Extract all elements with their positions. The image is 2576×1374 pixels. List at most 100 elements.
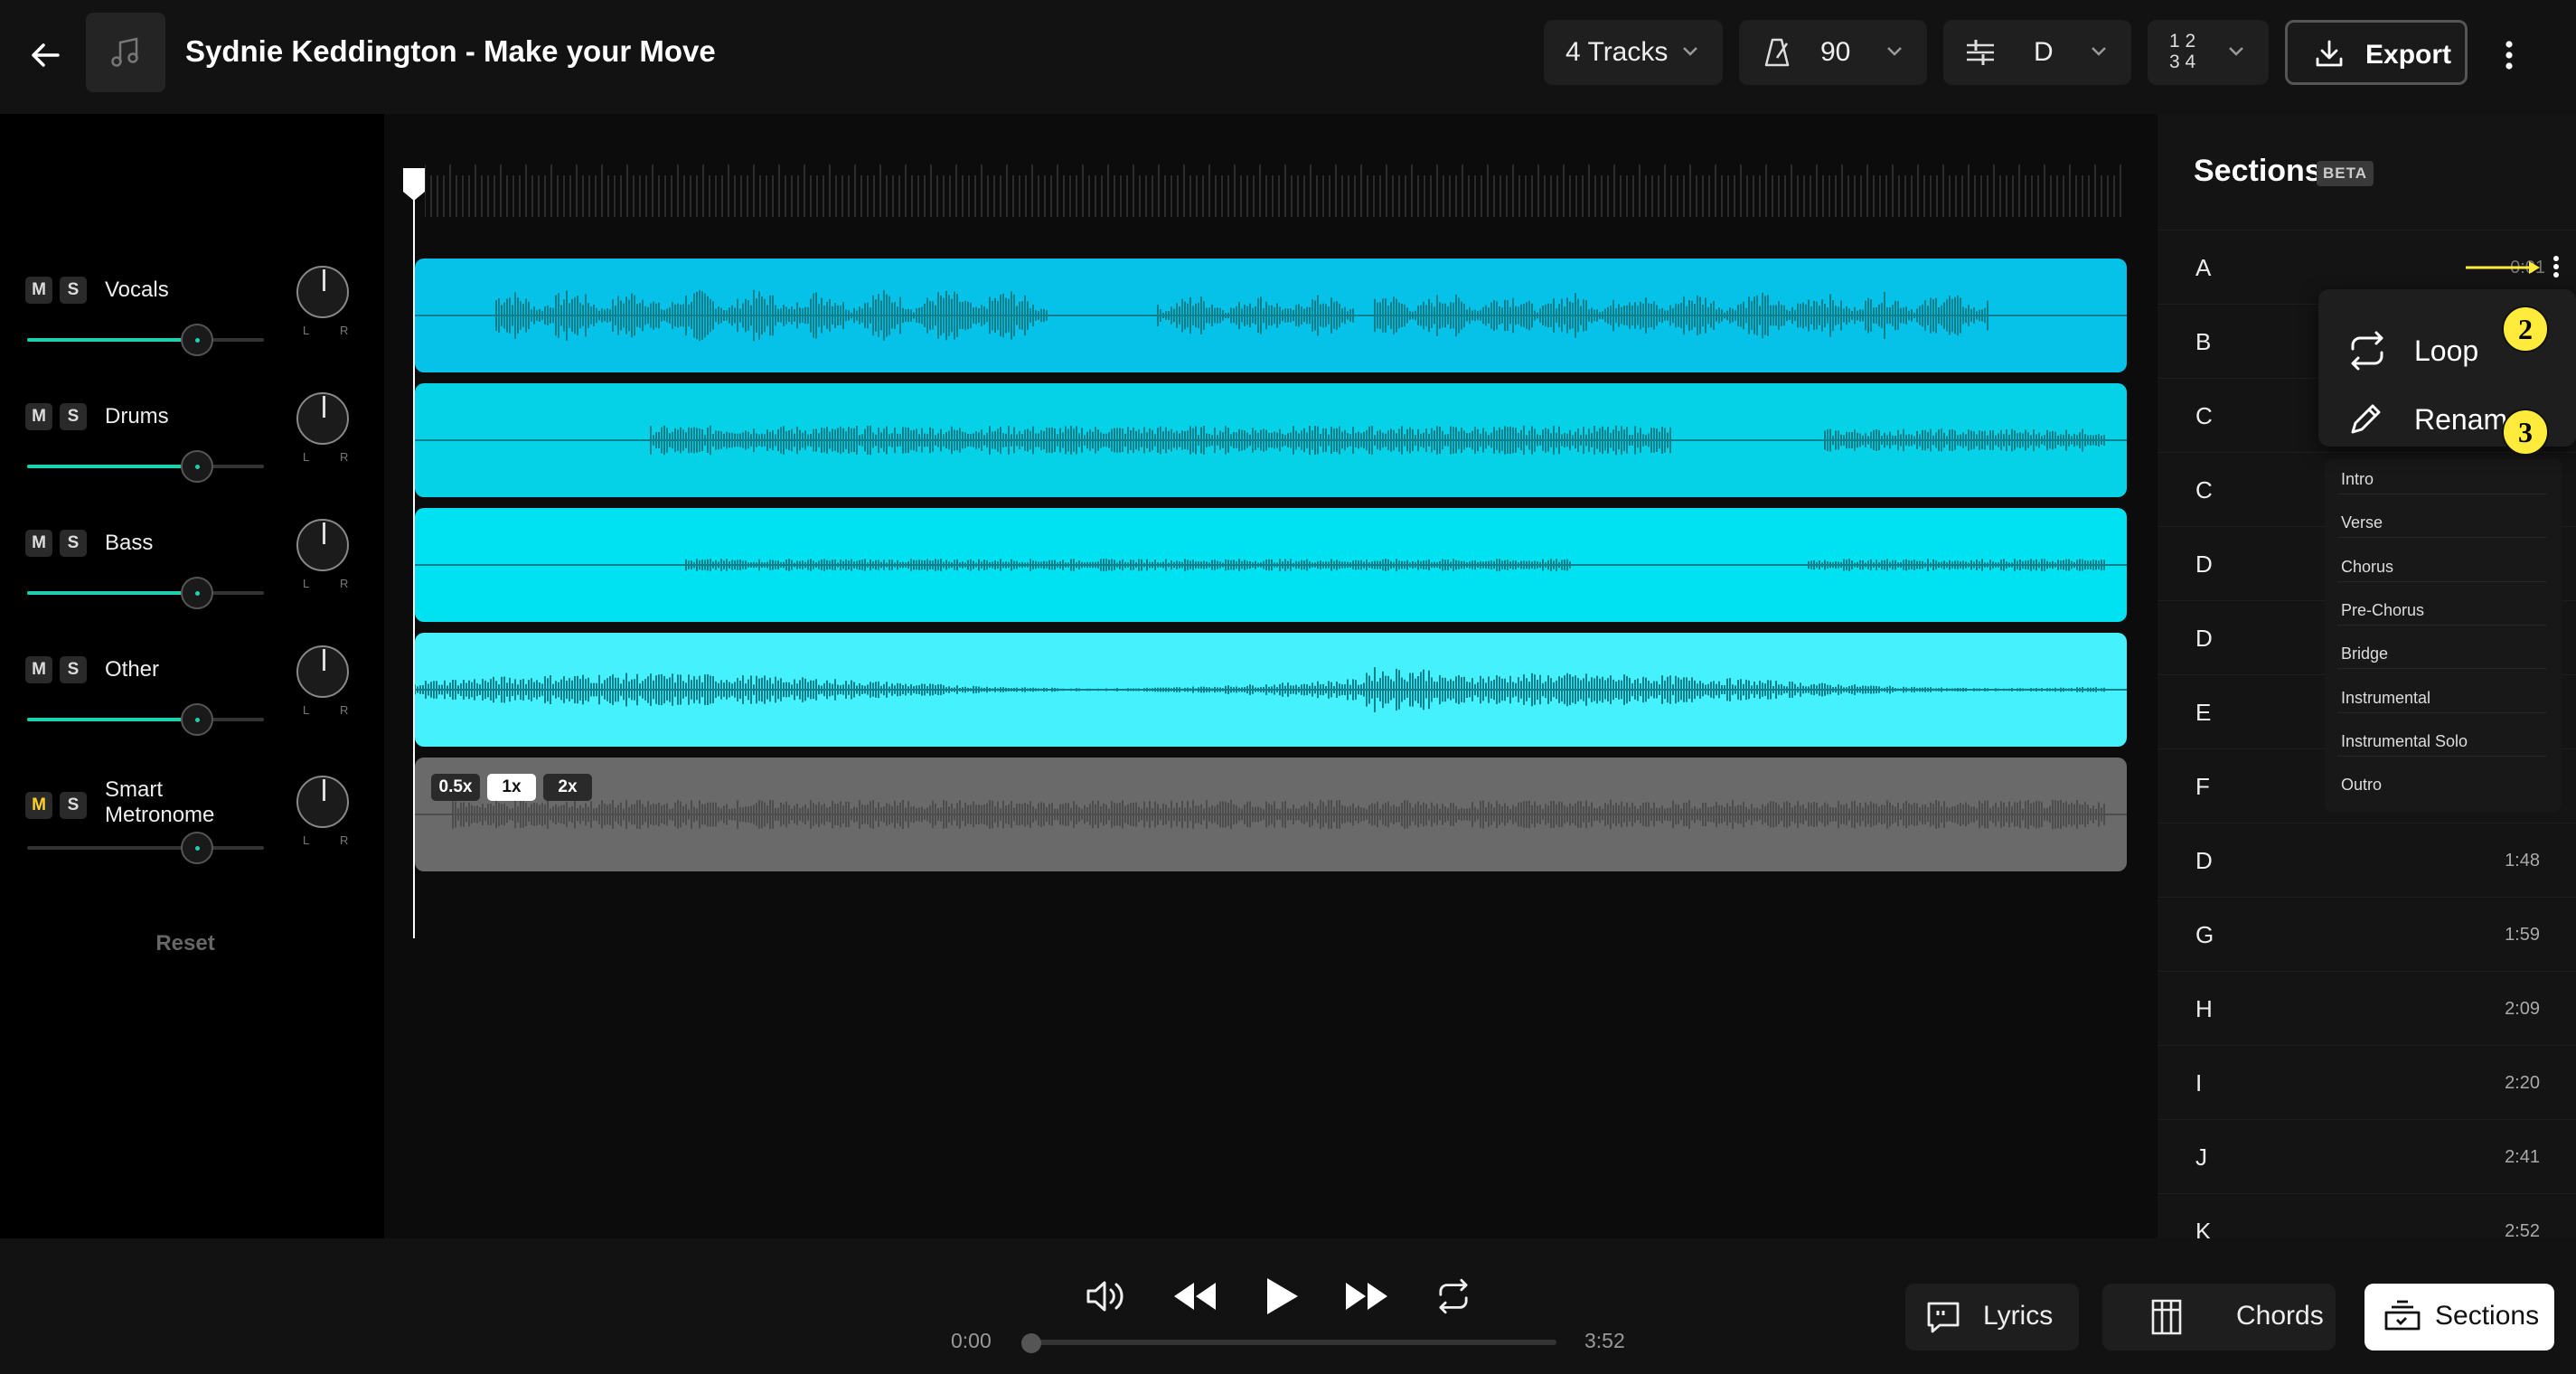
sections-icon: [2384, 1300, 2421, 1331]
mute-button[interactable]: M: [25, 792, 52, 819]
rewind-button[interactable]: [1171, 1273, 1218, 1320]
tracks-dropdown[interactable]: 4 Tracks: [1544, 20, 1723, 85]
volume-slider[interactable]: [27, 703, 264, 736]
download-icon: [2316, 40, 2343, 67]
song-thumbnail: [86, 13, 165, 92]
track-control-smart-metronome: M S Smart Metronome L R: [0, 776, 384, 891]
pan-right-label: R: [340, 577, 349, 590]
reset-button[interactable]: Reset: [0, 931, 371, 956]
waveform-metronome: [415, 799, 2127, 830]
volume-slider[interactable]: [27, 450, 264, 483]
solo-button[interactable]: S: [60, 656, 87, 683]
beta-badge: BETA: [2317, 161, 2374, 186]
tempo-dropdown[interactable]: 90: [1739, 20, 1927, 85]
track-lane-bass[interactable]: [415, 508, 2127, 622]
speed-0.5x-button[interactable]: 0.5x: [431, 774, 480, 801]
sections-button[interactable]: Sections: [2364, 1284, 2554, 1350]
rewind-icon: [1174, 1283, 1216, 1310]
header: Sydnie Keddington - Make your Move 4 Tra…: [0, 0, 2576, 114]
time-signature-dropdown[interactable]: 1 2 3 4: [2148, 20, 2269, 85]
section-label: G: [2195, 921, 2214, 948]
more-vertical-icon: [2505, 41, 2513, 70]
time-signature-top: 1 2: [2169, 31, 2196, 52]
rename-option[interactable]: Chorus: [2341, 558, 2393, 577]
play-button[interactable]: [1258, 1269, 1305, 1323]
more-options-button[interactable]: [2491, 33, 2527, 78]
speed-2x-button[interactable]: 2x: [543, 774, 592, 801]
volume-slider[interactable]: [27, 832, 264, 864]
rename-option[interactable]: Instrumental Solo: [2341, 732, 2468, 751]
rename-option[interactable]: Verse: [2341, 513, 2383, 532]
section-label: D: [2195, 625, 2213, 652]
seek-thumb[interactable]: [1021, 1333, 1041, 1353]
track-name: Bass: [105, 531, 154, 555]
annotation-badge-2: 2: [2502, 306, 2549, 353]
rename-option[interactable]: Intro: [2341, 470, 2374, 489]
rename-option[interactable]: Pre-Chorus: [2341, 601, 2424, 620]
section-label: I: [2195, 1069, 2203, 1096]
volume-slider[interactable]: [27, 577, 264, 609]
playhead-handle[interactable]: [401, 166, 427, 202]
section-row[interactable]: J 2:41: [2158, 1119, 2576, 1193]
rename-option[interactable]: Bridge: [2341, 645, 2388, 663]
mute-button[interactable]: M: [25, 530, 52, 557]
track-lane-smart-metronome[interactable]: 0.5x 1x 2x: [415, 758, 2127, 871]
mute-button[interactable]: M: [25, 403, 52, 430]
waveform-bass: [415, 559, 2127, 571]
export-button[interactable]: Export: [2285, 20, 2468, 85]
volume-icon: [1086, 1281, 1123, 1312]
pan-knob[interactable]: [296, 392, 349, 445]
section-label: D: [2195, 551, 2213, 578]
pan-knob[interactable]: [296, 776, 349, 828]
metronome-icon: [1764, 38, 1790, 67]
section-row[interactable]: D 1:48: [2158, 823, 2576, 897]
track-name: Vocals: [105, 278, 169, 302]
volume-button[interactable]: [1081, 1273, 1128, 1320]
section-label: A: [2195, 254, 2212, 281]
annotation-arrow: [2466, 261, 2540, 274]
section-label: F: [2195, 773, 2210, 800]
section-row[interactable]: H 2:09: [2158, 971, 2576, 1045]
track-lane-vocals[interactable]: [415, 259, 2127, 372]
solo-button[interactable]: S: [60, 277, 87, 304]
section-more-icon[interactable]: [2551, 255, 2562, 278]
solo-button[interactable]: S: [60, 403, 87, 430]
fast-forward-button[interactable]: [1343, 1273, 1390, 1320]
section-time: 1:59: [2505, 925, 2540, 945]
solo-button[interactable]: S: [60, 530, 87, 557]
ruler[interactable]: [425, 163, 2124, 217]
mute-button[interactable]: M: [25, 656, 52, 683]
pan-right-label: R: [340, 833, 349, 847]
divider: [2337, 537, 2547, 539]
section-label: J: [2195, 1143, 2207, 1171]
speed-1x-button[interactable]: 1x: [487, 774, 536, 801]
divider: [2337, 668, 2547, 670]
export-label: Export: [2365, 40, 2452, 70]
lyrics-icon: [1927, 1302, 1960, 1333]
back-button[interactable]: [20, 30, 71, 80]
pan-knob[interactable]: [296, 266, 349, 318]
current-time: 0:00: [951, 1329, 992, 1352]
section-row[interactable]: I 2:20: [2158, 1045, 2576, 1119]
seek-bar[interactable]: [1021, 1333, 1556, 1353]
loop-button[interactable]: [1430, 1273, 1477, 1320]
track-lane-other[interactable]: [415, 633, 2127, 747]
track-lane-drums[interactable]: [415, 383, 2127, 497]
mute-button[interactable]: M: [25, 277, 52, 304]
chevron-down-icon: [1887, 47, 1902, 56]
chords-button[interactable]: Chords: [2102, 1284, 2336, 1350]
rename-option[interactable]: Outro: [2341, 776, 2382, 795]
section-row[interactable]: G 1:59: [2158, 897, 2576, 971]
key-dropdown[interactable]: D: [1943, 20, 2131, 85]
time-signature-value: 1 2 3 4: [2169, 31, 2195, 72]
pencil-icon: [2351, 404, 2381, 434]
section-time: 2:41: [2505, 1147, 2540, 1167]
solo-button[interactable]: S: [60, 792, 87, 819]
lyrics-button[interactable]: Lyrics: [1905, 1284, 2079, 1350]
section-label: C: [2195, 476, 2213, 503]
volume-slider[interactable]: [27, 324, 264, 356]
total-time: 3:52: [1584, 1329, 1625, 1352]
rename-option[interactable]: Instrumental: [2341, 689, 2430, 708]
pan-knob[interactable]: [296, 645, 349, 698]
pan-knob[interactable]: [296, 519, 349, 571]
